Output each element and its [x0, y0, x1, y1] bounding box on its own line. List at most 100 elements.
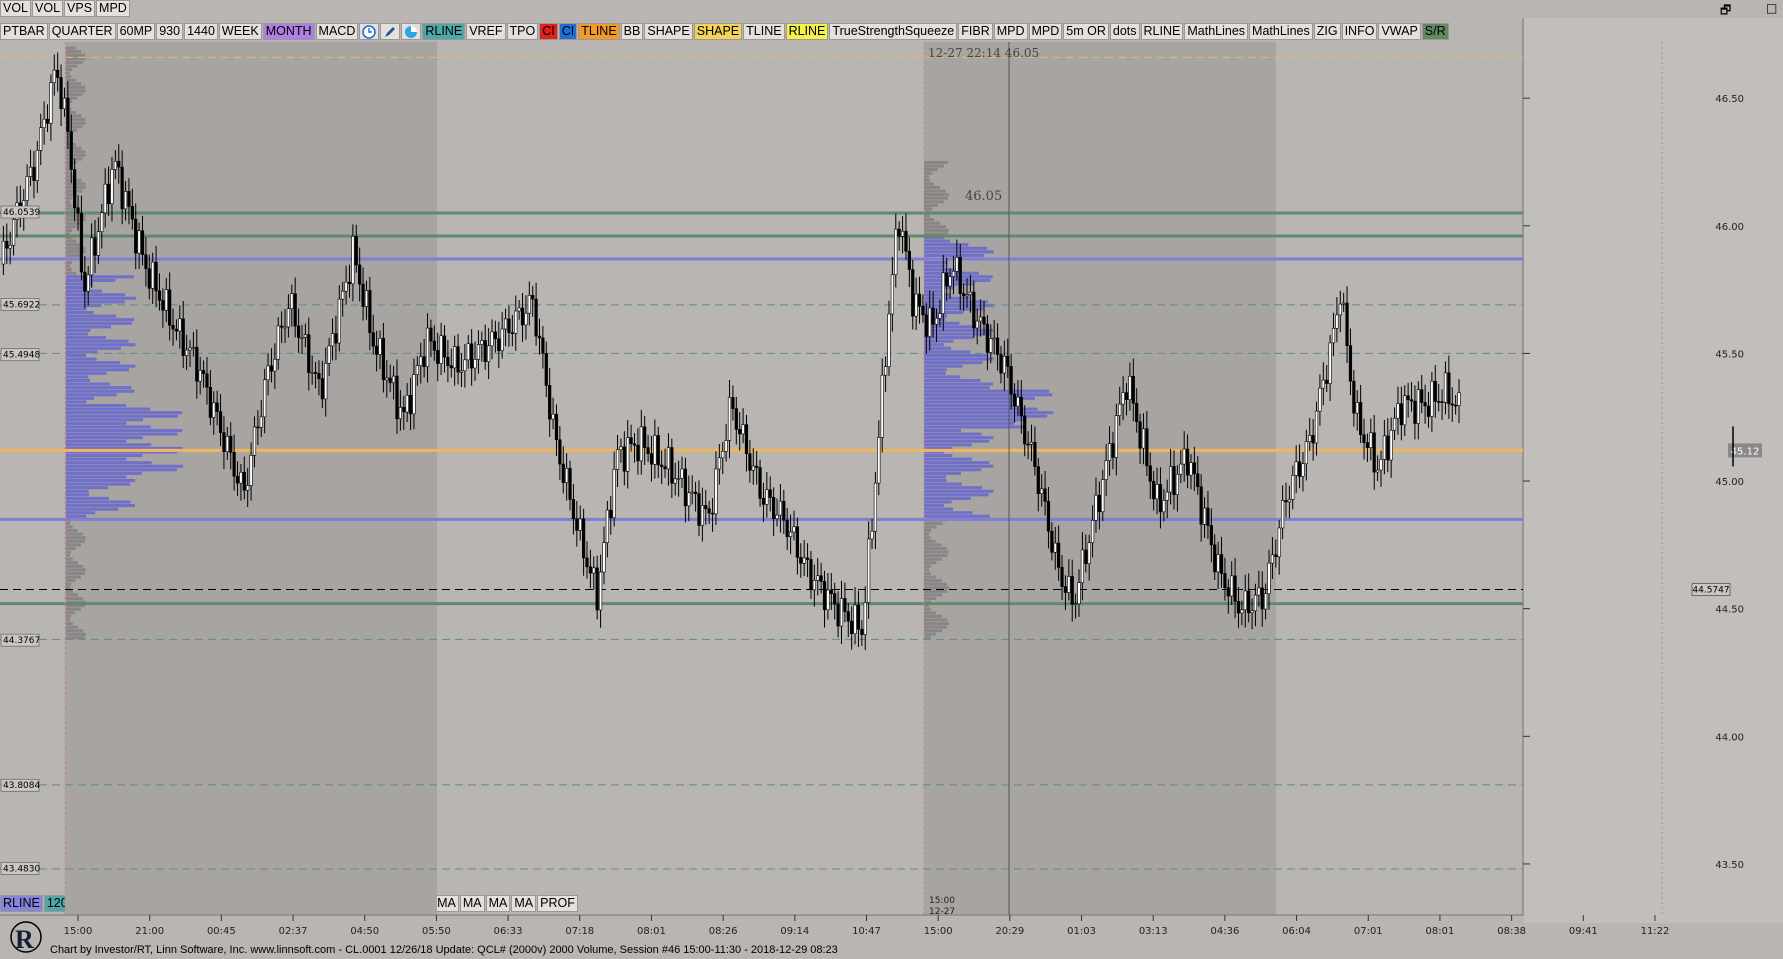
volume-profile-2-bin — [924, 596, 936, 601]
candle-body — [836, 603, 840, 627]
candle-body — [154, 261, 158, 292]
candle-body — [707, 508, 711, 514]
volume-profile-1-bin — [66, 361, 121, 365]
candle-body — [137, 230, 141, 254]
candle-body — [643, 426, 647, 448]
candle-body — [269, 365, 274, 372]
candle-body — [660, 464, 664, 467]
candle-body — [1274, 554, 1278, 558]
volume-profile-1-bin — [66, 453, 143, 458]
candle-body — [714, 468, 718, 515]
volume-profile-2-bin — [924, 529, 932, 533]
candle-body — [626, 437, 630, 472]
candle-body — [1437, 401, 1441, 403]
candle-body — [1426, 405, 1431, 417]
candle-body — [161, 300, 165, 311]
volume-profile-2-bin — [924, 275, 993, 279]
candle-body — [1355, 402, 1359, 414]
candle-body — [317, 373, 321, 379]
candle-body — [1012, 393, 1017, 407]
volume-profile-1-bin — [66, 253, 83, 257]
y-tick-label: 46.50 — [1715, 94, 1744, 105]
candle-body — [49, 82, 53, 124]
candle-body — [1101, 479, 1105, 513]
candle-body — [520, 307, 525, 326]
candle-body — [531, 295, 535, 300]
volume-profile-2-bin — [924, 521, 943, 525]
candle-body — [561, 463, 565, 483]
volume-profile-2-bin — [924, 371, 946, 375]
candle-body — [666, 447, 671, 470]
volume-profile-2-bin — [924, 457, 972, 461]
candle-body — [846, 611, 850, 622]
volume-profile-2-bin — [924, 586, 949, 590]
candle-body — [1009, 366, 1013, 395]
candle-body — [890, 274, 894, 315]
candle-body — [727, 397, 732, 441]
volume-profile-1-bin — [66, 550, 72, 554]
candle-body — [1389, 429, 1393, 461]
candle-body — [229, 436, 233, 453]
candle-body — [276, 325, 280, 360]
candle-body — [320, 378, 324, 400]
candle-body — [195, 346, 199, 382]
candle-body — [1236, 600, 1241, 614]
candle-body — [1019, 396, 1023, 417]
candle-body — [449, 365, 453, 369]
candle-body — [422, 356, 426, 367]
candle-body — [225, 436, 229, 452]
candle-body — [758, 467, 762, 499]
candle-body — [883, 366, 888, 376]
candle-body — [514, 310, 518, 334]
volume-profile-1-bin — [66, 468, 177, 472]
volume-profile-2-bin — [924, 511, 973, 515]
candle-body — [612, 469, 616, 519]
candle-body — [110, 169, 114, 205]
volume-profile-1-bin — [66, 496, 109, 500]
candle-body — [303, 334, 307, 338]
candle-body — [222, 432, 226, 452]
candle-body — [1063, 586, 1068, 593]
candle-body — [266, 365, 270, 381]
candle-body — [164, 289, 168, 311]
candle-body — [1287, 499, 1291, 503]
candle-body — [619, 446, 623, 451]
volume-profile-2-bin — [924, 403, 1018, 408]
candle-body — [1335, 314, 1339, 329]
volume-profile-1-bin — [66, 382, 111, 386]
candle-body — [1121, 392, 1125, 405]
volume-profile-2-bin — [924, 414, 1048, 418]
volume-profile-1-bin — [66, 432, 178, 436]
volume-profile-1-bin — [66, 53, 86, 57]
candle-body — [286, 308, 291, 328]
volume-profile-2-bin — [924, 243, 969, 247]
candle-body — [829, 589, 833, 594]
volume-profile-2-bin — [924, 625, 948, 629]
candle-body — [381, 337, 386, 381]
volume-profile-1-bin — [66, 303, 102, 307]
volume-profile-2-bin — [924, 182, 935, 186]
y-tick-label: 44.00 — [1715, 732, 1744, 743]
candle-body — [995, 337, 1000, 355]
volume-profile-1-bin — [66, 439, 127, 443]
cursor-price-label: 44.5747 — [1692, 586, 1729, 596]
x-tick-label: 08:38 — [1497, 926, 1526, 937]
price-chart[interactable]: 46.50 46.00 45.50 45.00 44.50 44.00 43.50 45.12… — [0, 0, 1783, 959]
candle-body — [1352, 380, 1356, 414]
volume-profile-2-bin — [924, 207, 933, 211]
candle-body — [653, 435, 657, 465]
candle-body — [541, 337, 545, 354]
x-tick-label: 04:36 — [1210, 926, 1239, 937]
candle-body — [1392, 417, 1397, 431]
candle-body — [28, 166, 33, 177]
candle-body — [748, 453, 752, 471]
volume-profile-1-bin — [66, 89, 86, 93]
volume-profile-2-bin — [924, 164, 945, 168]
candle-body — [1430, 380, 1434, 417]
candle-body — [42, 118, 46, 128]
candle-body — [1050, 530, 1054, 553]
volume-profile-2-bin — [924, 443, 972, 447]
x-tick-label: 09:41 — [1569, 926, 1598, 937]
volume-profile-2-bin — [924, 193, 949, 197]
x-tick-label: 07:18 — [565, 926, 594, 937]
